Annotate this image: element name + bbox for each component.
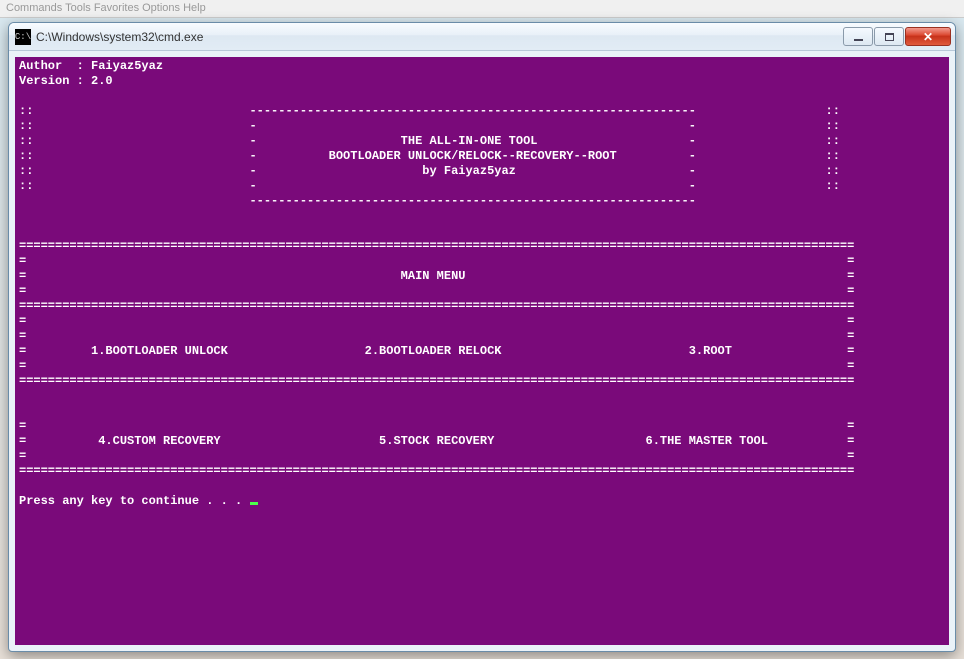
console-line	[19, 89, 945, 104]
console-output[interactable]: Author : Faiyaz5yazVersion : 2.0 :: ----…	[15, 57, 949, 645]
console-line	[19, 404, 945, 419]
console-line: :: - by Faiyaz5yaz - ::	[19, 164, 945, 179]
host-menubar: Commands Tools Favorites Options Help	[0, 0, 964, 18]
console-line: Press any key to continue . . .	[19, 494, 945, 509]
console-line: ----------------------------------------…	[19, 194, 945, 209]
console-line	[19, 224, 945, 239]
console-line: Version : 2.0	[19, 74, 945, 89]
cursor	[250, 502, 258, 505]
console-line: ========================================…	[19, 464, 945, 479]
console-line: :: -------------------------------------…	[19, 104, 945, 119]
console-line: = =	[19, 284, 945, 299]
console-line: Author : Faiyaz5yaz	[19, 59, 945, 74]
console-line: = 1.BOOTLOADER UNLOCK 2.BOOTLOADER RELOC…	[19, 344, 945, 359]
console-line: ========================================…	[19, 374, 945, 389]
console-line: :: - BOOTLOADER UNLOCK/RELOCK--RECOVERY-…	[19, 149, 945, 164]
console-line: ========================================…	[19, 299, 945, 314]
console-line	[19, 479, 945, 494]
console-line: :: - - ::	[19, 119, 945, 134]
console-line: ========================================…	[19, 239, 945, 254]
titlebar[interactable]: C:\ C:\Windows\system32\cmd.exe ✕	[9, 23, 955, 51]
console-line: = =	[19, 419, 945, 434]
console-line: = MAIN MENU =	[19, 269, 945, 284]
console-line: = =	[19, 449, 945, 464]
console-line: = =	[19, 329, 945, 344]
window-title: C:\Windows\system32\cmd.exe	[36, 30, 843, 44]
cmd-window: C:\ C:\Windows\system32\cmd.exe ✕ Author…	[8, 22, 956, 652]
console-line	[19, 209, 945, 224]
maximize-button[interactable]	[874, 27, 904, 46]
console-line: = =	[19, 254, 945, 269]
console-line	[19, 389, 945, 404]
close-button[interactable]: ✕	[905, 27, 951, 46]
cmd-icon: C:\	[15, 29, 31, 45]
console-line: = =	[19, 314, 945, 329]
console-line: :: - - ::	[19, 179, 945, 194]
console-line: = 4.CUSTOM RECOVERY 5.STOCK RECOVERY 6.T…	[19, 434, 945, 449]
console-line: = =	[19, 359, 945, 374]
minimize-button[interactable]	[843, 27, 873, 46]
console-line: :: - THE ALL-IN-ONE TOOL - ::	[19, 134, 945, 149]
